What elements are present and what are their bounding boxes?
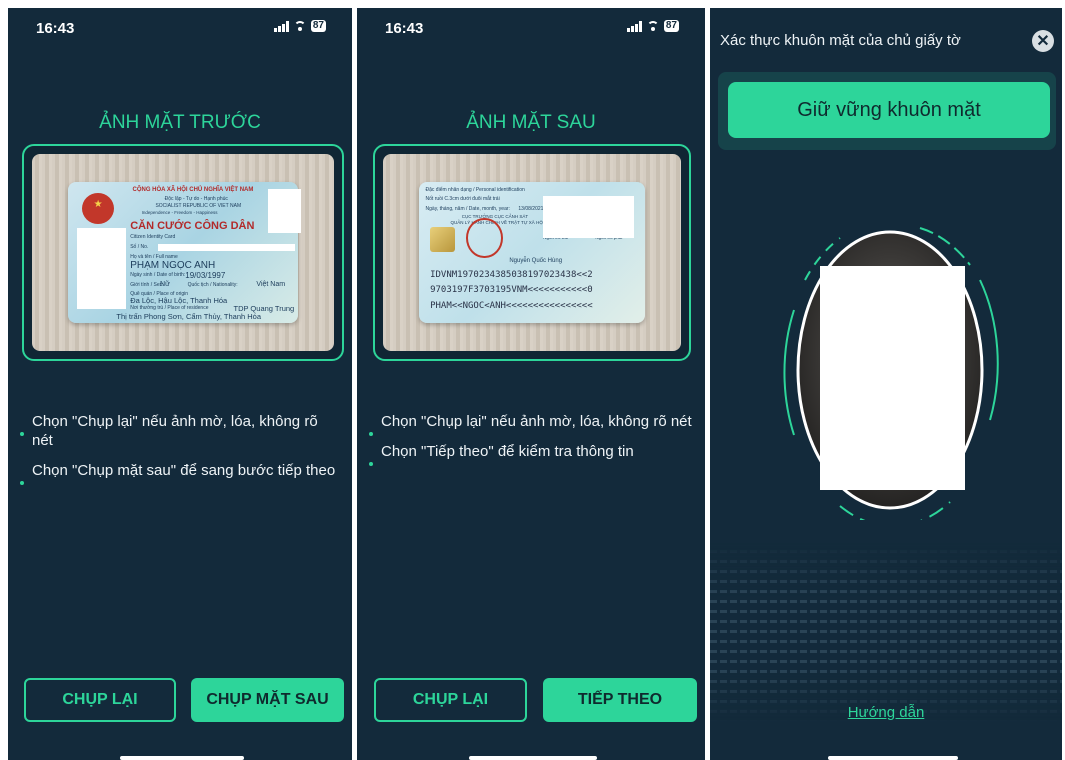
instruction-banner: Giữ vững khuôn mặt: [728, 82, 1050, 138]
close-icon[interactable]: ✕: [1032, 30, 1054, 52]
battery-icon: 87: [663, 20, 679, 32]
battery-icon: 87: [310, 20, 326, 32]
card-date: 13/08/2021: [518, 205, 544, 212]
home-indicator: [469, 756, 597, 760]
card-dob: 19/03/1997: [185, 270, 226, 280]
redacted-number: [157, 243, 296, 252]
wifi-icon: [293, 21, 307, 31]
tips-list: Chọn "Chụp lại" nếu ảnh mờ, lóa, không r…: [369, 412, 695, 472]
card-date-label: Ngày, tháng, năm / Date, month, year:: [425, 205, 510, 212]
card-heading-en: Citizen Identity Card: [130, 234, 176, 241]
page-title: ẢNH MẶT TRƯỚC: [99, 112, 261, 133]
wifi-icon: [646, 21, 660, 31]
card-motto-en: Independence - Freedom - Happiness: [141, 209, 218, 215]
card-nationality: Việt Nam: [256, 280, 286, 288]
national-emblem-icon: [82, 192, 114, 225]
card-residence-label: Nơi thường trú / Place of residence: [130, 304, 209, 311]
card-heading: CĂN CƯỚC CÔNG DÂN: [130, 219, 255, 232]
redacted-fingerprints: [543, 195, 634, 239]
home-indicator: [120, 756, 244, 760]
redacted-qr: [267, 189, 301, 233]
card-sex-label: Giới tính / Sex:: [130, 282, 164, 289]
card-name: PHẠM NGỌC ANH: [130, 259, 216, 271]
face-guide-ring: [783, 227, 999, 528]
next-button[interactable]: TIẾP THEO: [543, 678, 697, 722]
card-nationality-label: Quốc tịch / Nationality:: [187, 282, 238, 289]
signal-icon: [273, 20, 289, 32]
page-title: ẢNH MẶT SAU: [466, 112, 596, 133]
tip-item: Chọn "Chụp mặt sau" để sang bước tiếp th…: [20, 461, 342, 485]
page-title: Xác thực khuôn mặt của chủ giấy tờ: [720, 32, 961, 49]
front-card-frame: CỘNG HÒA XÃ HỘI CHỦ NGHĨA VIỆT NAM Độc l…: [22, 144, 344, 361]
id-card-back: Đặc điểm nhân dạng / Personal identifica…: [418, 181, 646, 324]
front-card-photo: CỘNG HÒA XÃ HỘI CHỦ NGHĨA VIỆT NAM Độc l…: [32, 154, 334, 351]
retake-button[interactable]: CHỤP LẠI: [374, 678, 527, 722]
card-authority-1: CỤC TRƯỞNG CỤC CẢNH SÁT: [461, 214, 529, 220]
tip-item: Chọn "Chụp lại" nếu ảnh mờ, lóa, không r…: [369, 412, 695, 436]
instruction-banner-wrap: Giữ vững khuôn mặt: [718, 72, 1056, 150]
status-icons: 87: [273, 20, 326, 32]
front-card-screen: 16:43 87 ẢNH MẶT TRƯỚC CỘNG HÒA XÃ HỘI C…: [8, 8, 352, 760]
status-icons: 87: [626, 20, 679, 32]
tip-item: Chọn "Tiếp theo" để kiểm tra thông tin: [369, 442, 695, 466]
tip-item: Chọn "Chụp lại" nếu ảnh mờ, lóa, không r…: [20, 412, 342, 450]
id-card-front: CỘNG HÒA XÃ HỘI CHỦ NGHĨA VIỆT NAM Độc l…: [68, 181, 298, 324]
card-country-en: SOCIALIST REPUBLIC OF VIET NAM: [155, 202, 242, 209]
card-residence-2: Thị trấn Phong Sơn, Cẩm Thủy, Thanh Hóa: [116, 312, 262, 322]
guide-link[interactable]: Hướng dẫn: [710, 704, 1062, 721]
back-card-photo: Đặc điểm nhân dạng / Personal identifica…: [383, 154, 681, 351]
card-number-label: Số / No.: [130, 243, 149, 250]
retake-button[interactable]: CHỤP LẠI: [24, 678, 176, 722]
card-mrz-3: PHAM<<NGOC<ANH<<<<<<<<<<<<<<<<: [430, 300, 593, 311]
signal-icon: [626, 20, 642, 32]
pixel-pattern-decoration: [710, 543, 1062, 723]
card-mrz-2: 9703197F3703195VNM<<<<<<<<<<<0: [430, 285, 593, 296]
face-verification-screen: Xác thực khuôn mặt của chủ giấy tờ ✕ Giữ…: [710, 8, 1062, 760]
card-features: Nốt ruồi C.3cm dưới đuôi mắt trái: [425, 195, 500, 202]
card-motto: Độc lập - Tự do - Hạnh phúc: [164, 195, 228, 202]
card-features-label: Đặc điểm nhân dạng / Personal identifica…: [425, 187, 525, 194]
card-sex: Nữ: [160, 280, 170, 288]
chip-icon: [430, 226, 455, 253]
seal-icon: [466, 218, 503, 259]
tips-list: Chọn "Chụp lại" nếu ảnh mờ, lóa, không r…: [20, 412, 342, 491]
card-mrz-1: IDVNM1970234385038197023438<<2: [430, 269, 593, 280]
back-card-screen: 16:43 87 ẢNH MẶT SAU Đặc điểm nhân dạng …: [357, 8, 705, 760]
card-signer: Nguyễn Quốc Hùng: [509, 258, 563, 265]
status-time: 16:43: [385, 20, 424, 37]
status-time: 16:43: [36, 20, 75, 37]
capture-back-button[interactable]: CHỤP MẶT SAU: [191, 678, 344, 722]
card-dob-label: Ngày sinh / Date of birth:: [130, 272, 186, 279]
redacted-portrait: [77, 228, 126, 310]
home-indicator: [828, 756, 958, 760]
face-capture-area: [780, 220, 1000, 528]
card-country: CỘNG HÒA XÃ HỘI CHỦ NGHĨA VIỆT NAM: [132, 187, 254, 194]
back-card-frame: Đặc điểm nhân dạng / Personal identifica…: [373, 144, 691, 361]
